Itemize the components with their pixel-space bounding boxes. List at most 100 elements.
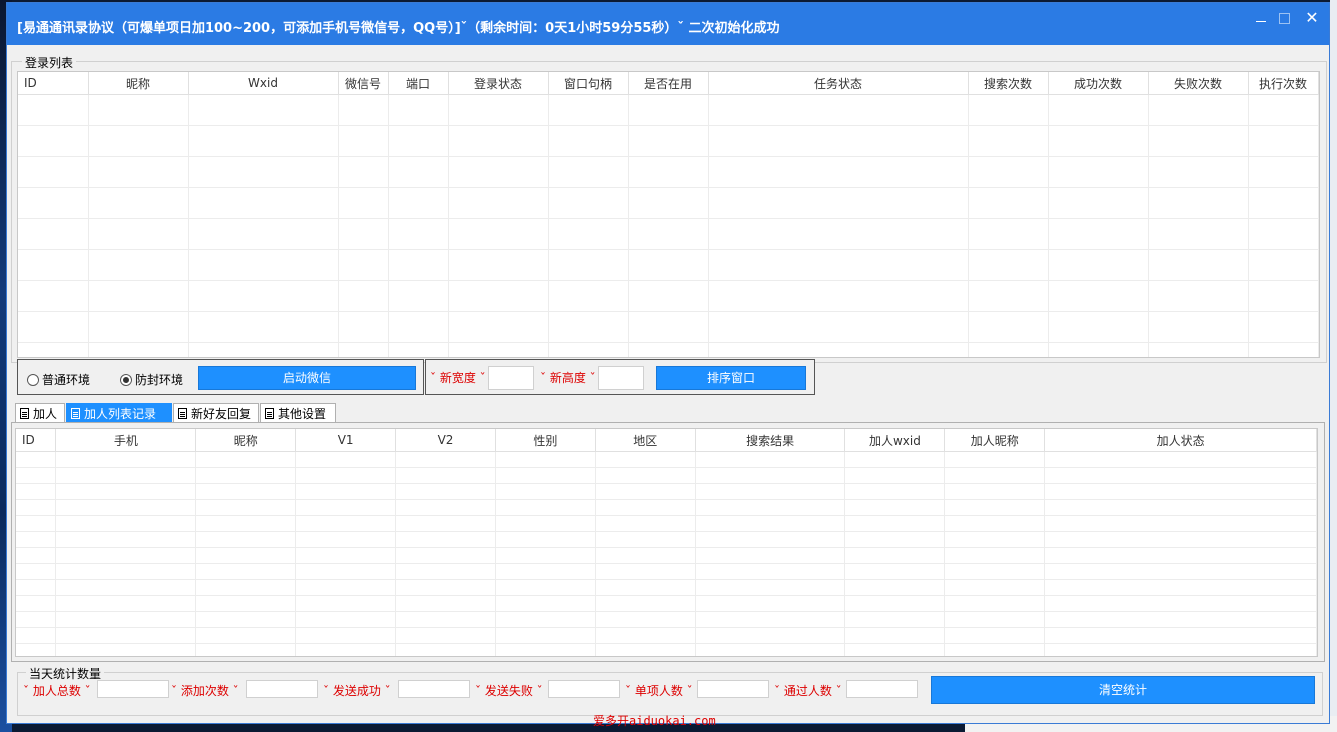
table-cell: [395, 483, 496, 500]
column-header[interactable]: 执行次数: [1248, 72, 1319, 95]
table-row[interactable]: [16, 579, 1317, 596]
column-header[interactable]: 端口: [388, 72, 449, 95]
table-cell: [595, 499, 696, 516]
maximize-icon[interactable]: [1273, 9, 1295, 27]
tab-0[interactable]: 加人: [15, 403, 65, 423]
table-row[interactable]: [18, 249, 1319, 281]
table-cell: [968, 342, 1049, 357]
table-cell: [968, 249, 1049, 281]
tab-3[interactable]: 其他设置: [260, 403, 336, 423]
table-row[interactable]: [16, 451, 1317, 468]
column-header[interactable]: 加人状态: [1044, 429, 1317, 452]
watermark-text: 爱多开aiduokai.com: [593, 714, 716, 728]
stat-value-input[interactable]: [548, 680, 620, 698]
column-header[interactable]: 搜索结果: [695, 429, 846, 452]
column-header[interactable]: Wxid: [188, 72, 339, 95]
column-header[interactable]: 登录状态: [448, 72, 549, 95]
table-cell: [628, 342, 709, 357]
table-cell: [55, 515, 197, 532]
table-row[interactable]: [18, 311, 1319, 343]
table-cell: [195, 627, 297, 644]
column-header[interactable]: ID: [18, 72, 89, 95]
table-cell: [595, 531, 696, 548]
table-row[interactable]: [18, 342, 1319, 357]
column-header[interactable]: 加人wxid: [844, 429, 946, 452]
window-sort-panel: ˇ 新宽度 ˇ ˇ 新高度 ˇ 排序窗口: [425, 359, 815, 395]
column-header[interactable]: 窗口句柄: [548, 72, 629, 95]
stat-value-input[interactable]: [97, 680, 169, 698]
column-header[interactable]: 手机: [55, 429, 197, 452]
start-wechat-button[interactable]: 启动微信: [198, 366, 416, 390]
new-height-input[interactable]: [598, 366, 644, 390]
table-row[interactable]: [18, 94, 1319, 126]
column-header[interactable]: 地区: [595, 429, 696, 452]
column-header[interactable]: 微信号: [338, 72, 389, 95]
tab-2[interactable]: 新好友回复: [173, 403, 259, 423]
column-header[interactable]: 加人昵称: [944, 429, 1046, 452]
title-bar[interactable]: [易通通讯录协议（可爆单项日加100~200，可添加手机号微信号，QQ号）]ˇ（…: [7, 3, 1329, 45]
table-cell: [628, 125, 709, 157]
table-row[interactable]: [16, 643, 1317, 656]
table-cell: [88, 249, 189, 281]
table-cell: [55, 467, 197, 484]
column-header[interactable]: 搜索次数: [968, 72, 1049, 95]
table-row[interactable]: [16, 595, 1317, 612]
table-cell: [944, 595, 1046, 612]
table-cell: [548, 311, 629, 343]
table-cell: [88, 311, 189, 343]
table-cell: [1044, 483, 1317, 500]
table-cell: [595, 515, 696, 532]
column-header[interactable]: 任务状态: [708, 72, 969, 95]
sort-windows-button[interactable]: 排序窗口: [656, 366, 806, 390]
table-cell: [548, 249, 629, 281]
tab-1[interactable]: 加人列表记录: [66, 403, 172, 423]
table-row[interactable]: [16, 563, 1317, 580]
table-row[interactable]: [16, 531, 1317, 548]
table-row[interactable]: [18, 156, 1319, 188]
table-row[interactable]: [16, 515, 1317, 532]
column-header[interactable]: V2: [395, 429, 496, 452]
table-row[interactable]: [18, 187, 1319, 219]
table-row[interactable]: [16, 499, 1317, 516]
column-header[interactable]: 是否在用: [628, 72, 709, 95]
table-cell: [944, 451, 1046, 468]
table-cell: [18, 280, 89, 312]
minimize-icon[interactable]: [1250, 9, 1272, 27]
table-row[interactable]: [16, 611, 1317, 628]
table-row[interactable]: [16, 483, 1317, 500]
table-row[interactable]: [18, 218, 1319, 250]
table-row[interactable]: [16, 627, 1317, 644]
table-cell: [1148, 311, 1249, 343]
table-cell: [1048, 218, 1149, 250]
table-cell: [1148, 125, 1249, 157]
table-row[interactable]: [18, 125, 1319, 157]
table-row[interactable]: [18, 280, 1319, 312]
clear-stats-button[interactable]: 清空统计: [931, 676, 1315, 704]
column-header[interactable]: 失败次数: [1148, 72, 1249, 95]
normal-env-radio[interactable]: 普通环境: [27, 371, 90, 388]
protect-env-radio[interactable]: 防封环境: [120, 371, 183, 388]
table-cell: [1248, 280, 1319, 312]
stat-value-input[interactable]: [398, 680, 470, 698]
close-icon[interactable]: ✕: [1301, 9, 1323, 27]
stat-value-input[interactable]: [697, 680, 769, 698]
table-cell: [1048, 125, 1149, 157]
add-list-table[interactable]: ID 手机 昵称 V1 V2 性别 地区 搜索结果 加人wxid 加人昵称 加人状态: [15, 428, 1318, 657]
table-row[interactable]: [16, 547, 1317, 564]
stat-value-input[interactable]: [846, 680, 918, 698]
column-header[interactable]: 性别: [495, 429, 596, 452]
column-header[interactable]: 昵称: [195, 429, 297, 452]
login-list-table[interactable]: ID 昵称 Wxid 微信号 端口 登录状态 窗口句柄 是否在用 任务状态 搜索次数 成功次数 失败次…: [17, 71, 1320, 358]
stat-value-input[interactable]: [246, 680, 318, 698]
table-row[interactable]: [16, 467, 1317, 484]
column-header[interactable]: V1: [295, 429, 397, 452]
column-header[interactable]: 昵称: [88, 72, 189, 95]
column-header[interactable]: 成功次数: [1048, 72, 1149, 95]
table-cell: [944, 467, 1046, 484]
table-cell: [88, 156, 189, 188]
table-cell: [495, 483, 596, 500]
desktop-background-right: [1330, 0, 1337, 732]
column-header[interactable]: ID: [16, 429, 57, 452]
new-width-input[interactable]: [488, 366, 534, 390]
table-cell: [395, 467, 496, 484]
